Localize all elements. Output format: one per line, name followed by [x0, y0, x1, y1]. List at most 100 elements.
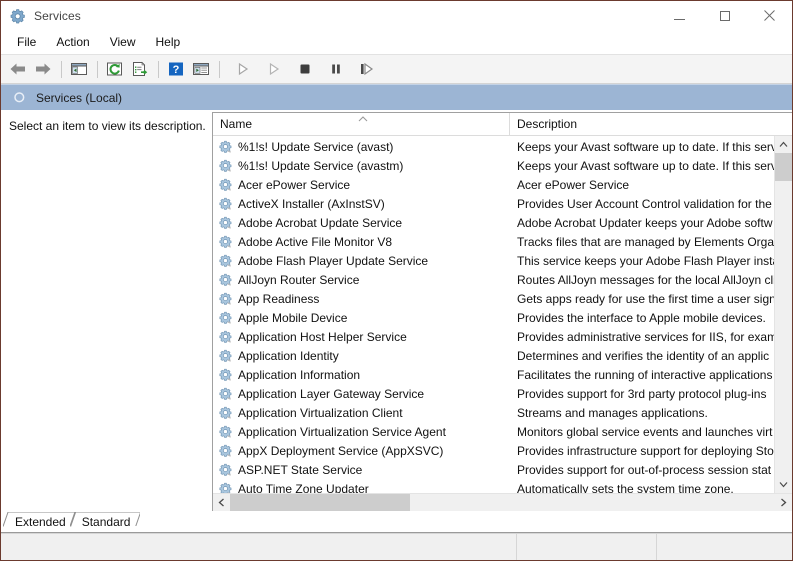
- cell-service-name: Auto Time Zone Updater: [213, 482, 510, 493]
- table-row[interactable]: Application Virtualization Service Agent…: [213, 422, 774, 441]
- cell-service-name: %1!s! Update Service (avast): [213, 140, 510, 154]
- table-row[interactable]: AppX Deployment Service (AppXSVC) Provide…: [213, 441, 774, 460]
- export-list-button[interactable]: [128, 57, 152, 81]
- help-button[interactable]: ?: [164, 57, 188, 81]
- service-gear-icon: [219, 311, 232, 324]
- minimize-button[interactable]: [657, 1, 702, 30]
- description-pane: Select an item to view its description.: [1, 110, 212, 511]
- start-service-button[interactable]: [231, 57, 255, 81]
- cell-service-description: Streams and manages applications.: [517, 405, 708, 420]
- service-gear-icon: [219, 140, 232, 153]
- table-row[interactable]: Acer ePower Service Acer ePower Service: [213, 175, 774, 194]
- table-row[interactable]: Application Identity Determines and verif…: [213, 346, 774, 365]
- menu-action[interactable]: Action: [46, 33, 99, 52]
- cell-service-name: Application Host Helper Service: [213, 330, 510, 344]
- column-header-name[interactable]: Name: [213, 113, 510, 135]
- service-name-label: Acer ePower Service: [238, 177, 351, 192]
- vertical-scroll-thumb[interactable]: [775, 153, 792, 181]
- cell-service-description: Gets apps ready for use the first time a…: [517, 291, 774, 306]
- close-icon: [764, 10, 775, 21]
- service-gear-icon: [219, 292, 232, 305]
- restart-service-button[interactable]: [355, 57, 379, 81]
- cell-service-name: Adobe Acrobat Update Service: [213, 216, 510, 230]
- table-row[interactable]: Application Layer Gateway Service Provide…: [213, 384, 774, 403]
- column-header-description[interactable]: Description: [510, 113, 792, 135]
- cell-service-name: AppX Deployment Service (AppXSVC): [213, 444, 510, 458]
- service-gear-icon: [219, 349, 232, 362]
- service-gear-icon: [219, 406, 232, 419]
- service-gear-icon: [219, 463, 232, 476]
- chevron-down-icon: [779, 482, 788, 488]
- cell-service-name: ActiveX Installer (AxInstSV): [213, 197, 510, 211]
- service-name-label: ASP.NET State Service: [238, 462, 363, 477]
- forward-button[interactable]: [31, 57, 55, 81]
- vertical-scrollbar[interactable]: [774, 136, 792, 493]
- menu-help[interactable]: Help: [146, 33, 191, 52]
- cell-service-description: Routes AllJoyn messages for the local Al…: [517, 272, 774, 287]
- cell-service-description: Acer ePower Service: [517, 177, 630, 192]
- title-bar: Services: [1, 1, 792, 31]
- menu-file[interactable]: File: [7, 33, 46, 52]
- menu-view[interactable]: View: [100, 33, 146, 52]
- tab-standard[interactable]: Standard: [70, 512, 141, 532]
- tab-standard-label: Standard: [81, 515, 131, 529]
- service-name-label: Application Host Helper Service: [238, 329, 407, 344]
- toolbar-separator-2: [97, 60, 98, 78]
- properties-button[interactable]: [189, 57, 213, 81]
- table-row[interactable]: Adobe Acrobat Update Service Adobe Acroba…: [213, 213, 774, 232]
- service-name-label: AppX Deployment Service (AppXSVC): [238, 443, 444, 458]
- table-row[interactable]: Application Virtualization Client Streams…: [213, 403, 774, 422]
- cell-service-description: Provides infrastructure support for depl…: [517, 443, 774, 458]
- service-name-label: Application Identity: [238, 348, 339, 363]
- resume-service-button[interactable]: [262, 57, 286, 81]
- cell-service-name: AllJoyn Router Service: [213, 273, 510, 287]
- service-gear-icon: [219, 235, 232, 248]
- list-area: %1!s! Update Service (avast) Keeps your A…: [213, 136, 792, 493]
- toolbar: ?: [1, 55, 792, 84]
- show-hide-console-tree-button[interactable]: [67, 57, 91, 81]
- table-row[interactable]: ActiveX Installer (AxInstSV) Provides Use…: [213, 194, 774, 213]
- pause-icon: [332, 64, 340, 74]
- horizontal-scrollbar[interactable]: [213, 493, 792, 511]
- scroll-left-button[interactable]: [213, 494, 230, 511]
- cell-service-name: Acer ePower Service: [213, 178, 510, 192]
- table-row[interactable]: Adobe Active File Monitor V8 Tracks files…: [213, 232, 774, 251]
- scroll-up-button[interactable]: [775, 136, 792, 153]
- cell-service-description: Provides support for out-of-process sess…: [517, 462, 772, 477]
- maximize-button[interactable]: [702, 1, 747, 30]
- content-area: Select an item to view its description. …: [1, 110, 792, 511]
- stop-service-button[interactable]: [293, 57, 317, 81]
- table-row[interactable]: App Readiness Gets apps ready for use the…: [213, 289, 774, 308]
- table-row[interactable]: Application Information Facilitates the r…: [213, 365, 774, 384]
- table-row[interactable]: %1!s! Update Service (avastm) Keeps your …: [213, 156, 774, 175]
- table-row[interactable]: Auto Time Zone Updater Automatically sets…: [213, 479, 774, 493]
- scroll-down-button[interactable]: [775, 476, 792, 493]
- cell-service-name: Adobe Flash Player Update Service: [213, 254, 510, 268]
- back-button[interactable]: [6, 57, 30, 81]
- scope-band-label: Services (Local): [36, 90, 123, 105]
- table-row[interactable]: %1!s! Update Service (avast) Keeps your A…: [213, 137, 774, 156]
- maximize-icon: [719, 10, 730, 21]
- vertical-scroll-track[interactable]: [775, 153, 792, 476]
- services-window: Services File Action View Help ? Service…: [0, 0, 793, 561]
- refresh-button[interactable]: [103, 57, 127, 81]
- table-row[interactable]: Application Host Helper Service Provides …: [213, 327, 774, 346]
- pause-service-button[interactable]: [324, 57, 348, 81]
- table-row[interactable]: Adobe Flash Player Update Service This se…: [213, 251, 774, 270]
- table-row[interactable]: Apple Mobile Device Provides the interfac…: [213, 308, 774, 327]
- restart-icon: [361, 62, 374, 76]
- scroll-right-button[interactable]: [775, 494, 792, 511]
- scope-band[interactable]: Services (Local): [1, 84, 792, 110]
- chevron-right-icon: [781, 498, 787, 507]
- table-row[interactable]: AllJoyn Router Service Routes AllJoyn mes…: [213, 270, 774, 289]
- horizontal-scroll-thumb[interactable]: [230, 494, 410, 511]
- service-name-label: Application Layer Gateway Service: [238, 386, 425, 401]
- cell-service-description: Provides administrative services for IIS…: [517, 329, 774, 344]
- tab-extended[interactable]: Extended: [3, 512, 76, 532]
- service-gear-icon: [219, 330, 232, 343]
- table-row[interactable]: ASP.NET State Service Provides support fo…: [213, 460, 774, 479]
- arrow-left-icon: [10, 63, 25, 75]
- service-name-label: ActiveX Installer (AxInstSV): [238, 196, 385, 211]
- horizontal-scroll-track[interactable]: [230, 494, 775, 511]
- close-button[interactable]: [747, 1, 792, 30]
